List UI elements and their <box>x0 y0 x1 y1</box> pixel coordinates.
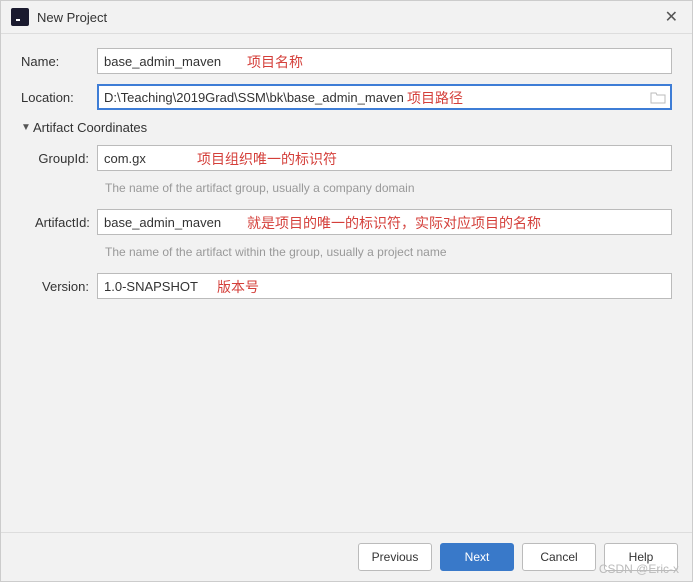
artifactid-input[interactable] <box>97 209 672 235</box>
artifact-coordinates-body: GroupId: 项目组织唯一的标识符 The name of the arti… <box>21 145 672 299</box>
artifact-coordinates-header[interactable]: ▼ Artifact Coordinates <box>21 120 672 135</box>
name-input[interactable] <box>97 48 672 74</box>
version-input[interactable] <box>97 273 672 299</box>
location-row: Location: 项目路径 <box>21 84 672 110</box>
location-label: Location: <box>21 90 97 105</box>
artifactid-label: ArtifactId: <box>35 215 97 230</box>
location-input[interactable] <box>97 84 672 110</box>
cancel-button[interactable]: Cancel <box>522 543 596 571</box>
groupid-input[interactable] <box>97 145 672 171</box>
next-button[interactable]: Next <box>440 543 514 571</box>
version-label: Version: <box>35 279 97 294</box>
window-title: New Project <box>37 10 661 25</box>
name-row: Name: 项目名称 <box>21 48 672 74</box>
chevron-down-icon: ▼ <box>21 122 33 133</box>
artifact-coordinates-title: Artifact Coordinates <box>33 120 147 135</box>
version-row: Version: 版本号 <box>35 273 672 299</box>
browse-folder-icon[interactable] <box>650 90 666 104</box>
groupid-field-wrap: 项目组织唯一的标识符 <box>97 145 672 171</box>
groupid-label: GroupId: <box>35 151 97 166</box>
version-field-wrap: 版本号 <box>97 273 672 299</box>
button-bar: Previous Next Cancel Help <box>1 532 692 581</box>
artifactid-help: The name of the artifact within the grou… <box>105 245 672 259</box>
dialog-content: Name: 项目名称 Location: 项目路径 ▼ Artifact Coo… <box>1 34 692 532</box>
groupid-help: The name of the artifact group, usually … <box>105 181 672 195</box>
name-label: Name: <box>21 54 97 69</box>
name-field-wrap: 项目名称 <box>97 48 672 74</box>
artifactid-field-wrap: 就是项目的唯一的标识符，实际对应项目的名称 <box>97 209 672 235</box>
intellij-icon <box>11 8 29 26</box>
titlebar: New Project ✕ <box>1 1 692 34</box>
previous-button[interactable]: Previous <box>358 543 432 571</box>
new-project-dialog: New Project ✕ Name: 项目名称 Location: 项目路径 … <box>0 0 693 582</box>
location-field-wrap: 项目路径 <box>97 84 672 110</box>
artifactid-row: ArtifactId: 就是项目的唯一的标识符，实际对应项目的名称 <box>35 209 672 235</box>
watermark: CSDN @Eric-x <box>599 562 679 576</box>
close-button[interactable]: ✕ <box>661 7 682 27</box>
groupid-row: GroupId: 项目组织唯一的标识符 <box>35 145 672 171</box>
